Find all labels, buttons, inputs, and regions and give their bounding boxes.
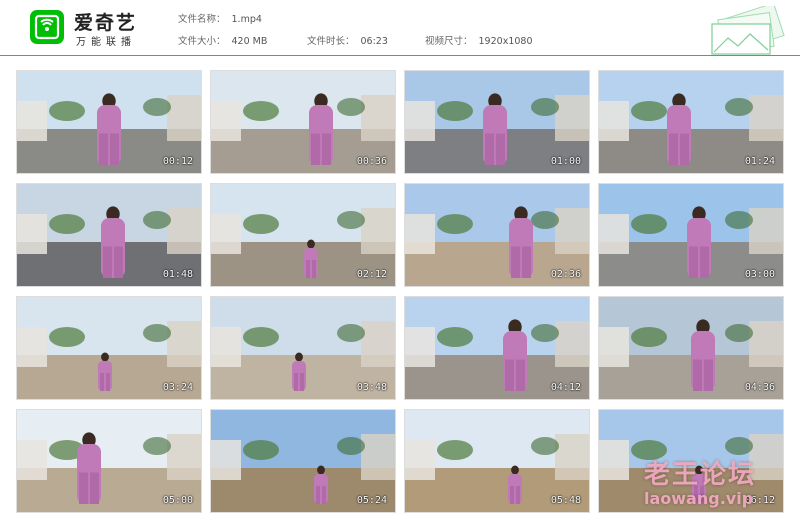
video-thumbnail[interactable]: 03:00 [598,183,784,287]
picture-stack-icon [711,6,785,55]
timestamp-label: 04:36 [744,382,775,393]
timestamp-label: 03:48 [356,382,387,393]
resolution-row: 视频尺寸： 1920x1080 [425,33,533,47]
timestamp-label: 05:00 [162,495,193,506]
timestamp-label: 04:12 [550,382,581,393]
video-thumbnail[interactable]: 01:24 [598,70,784,174]
file-name-value: 1.mp4 [231,14,262,25]
video-thumbnail[interactable]: 04:12 [404,296,590,400]
brand-name: 爱奇艺 [74,12,138,34]
timestamp-label: 00:12 [162,156,193,167]
timestamp-label: 03:00 [744,269,775,280]
video-thumbnail[interactable]: 02:12 [210,183,396,287]
file-name-label: 文件名称： [178,14,226,25]
video-thumbnail[interactable]: 05:48 [404,409,590,513]
timestamp-label: 05:48 [550,495,581,506]
timestamp-label: 01:24 [744,156,775,167]
duration-label: 文件时长： [307,36,355,47]
timestamp-label: 03:24 [162,382,193,393]
timestamp-label: 05:24 [356,495,387,506]
video-thumbnail[interactable]: 03:24 [16,296,202,400]
file-size-row: 文件大小： 420 MB [178,33,267,47]
video-thumbnail[interactable]: 00:12 [16,70,202,174]
file-size-label: 文件大小： [178,36,226,47]
video-thumbnail[interactable]: 05:00 [16,409,202,513]
video-thumbnail[interactable]: 02:36 [404,183,590,287]
video-thumbnail[interactable]: 01:48 [16,183,202,287]
watermark-en: laowang.vip [644,489,754,508]
file-size-value: 420 MB [231,36,268,47]
resolution-value: 1920x1080 [478,36,533,47]
watermark-cn: 老王论坛 [644,460,757,490]
timestamp-label: 02:36 [550,269,581,280]
file-name-row: 文件名称： 1.mp4 [178,11,262,25]
duration-value: 06:23 [360,36,388,47]
video-thumbnail[interactable]: 05:24 [210,409,396,513]
video-thumbnail[interactable]: 03:48 [210,296,396,400]
brand-slogan: 万能联播 [76,37,136,48]
header-divider [0,55,800,56]
file-info-header: 爱奇艺 万能联播 文件名称： 1.mp4 文件大小： 420 MB 文件时长： 06:… [0,0,800,56]
video-thumbnail[interactable]: 01:00 [404,70,590,174]
iqiyi-logo-icon [30,10,64,44]
timestamp-label: 02:12 [356,269,387,280]
forum-watermark: 老王论坛 laowang.vip [644,454,756,508]
duration-row: 文件时长： 06:23 [307,33,388,47]
resolution-label: 视频尺寸： [425,36,473,47]
video-thumbnail[interactable]: 04:36 [598,296,784,400]
timestamp-label: 01:00 [550,156,581,167]
timestamp-label: 01:48 [162,269,193,280]
video-thumbnail[interactable]: 00:36 [210,70,396,174]
timestamp-label: 00:36 [356,156,387,167]
